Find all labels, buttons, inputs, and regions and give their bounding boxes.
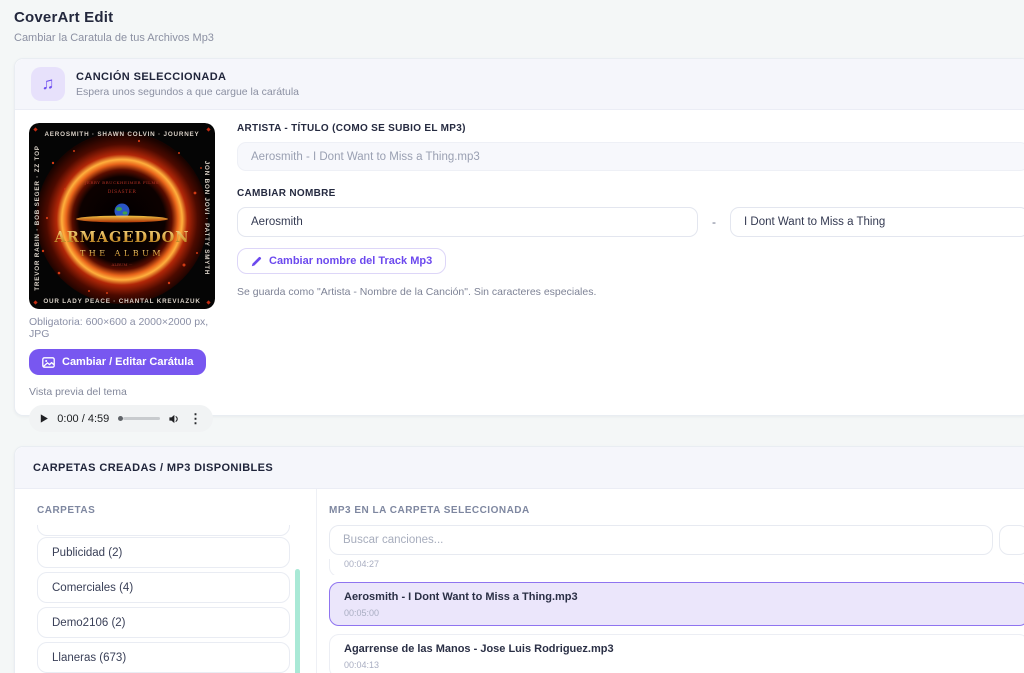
player-menu-icon[interactable]: ⋮: [189, 412, 202, 425]
original-name-field: Aerosmith - I Dont Want to Miss a Thing.…: [237, 142, 1024, 171]
folder-item-publicidad[interactable]: Publicidad (2): [37, 537, 290, 568]
play-icon[interactable]: [40, 413, 48, 424]
change-cover-button[interactable]: Cambiar / Editar Carátula: [29, 349, 207, 375]
folders-column: CARPETAS Publicidad (2) Comerciales (4) …: [15, 489, 317, 673]
original-name-value: Aerosmith - I Dont Want to Miss a Thing.…: [251, 150, 480, 163]
artwork-artists-bottom: OUR LADY PEACE · CHANTAL KREVIAZUK: [43, 298, 200, 305]
name-separator: -: [712, 215, 716, 229]
song-name: Agarrense de las Manos - Jose Luis Rodri…: [344, 643, 614, 655]
change-cover-label: Cambiar / Editar Carátula: [62, 356, 194, 368]
audio-player[interactable]: 0:00 / 4:59 ⋮: [29, 405, 213, 432]
folder-item-label: Publicidad (2): [52, 546, 123, 559]
song-item-aerosmith[interactable]: Aerosmith - I Dont Want to Miss a Thing.…: [329, 582, 1024, 626]
page: CoverArt Edit Cambiar la Caratula de tus…: [0, 0, 1024, 673]
selected-song-card: ♫ CANCIÓN SELECCIONADA Espera unos segun…: [14, 58, 1024, 432]
artwork-artists-top: AEROSMITH · SHAWN COLVIN · JOURNEY: [44, 131, 199, 138]
cover-size-requirement: Obligatoria: 600×600 a 2000×2000 px, JPG: [29, 316, 209, 340]
selected-song-subtitle: Espera unos segundos a que cargue la car…: [76, 85, 299, 98]
rename-row: -: [237, 207, 1024, 237]
artist-input[interactable]: [237, 207, 698, 237]
folder-item-label: Comerciales (4): [52, 581, 134, 594]
folders-scrollbar[interactable]: [295, 569, 300, 673]
search-adjacent-button[interactable]: [999, 525, 1024, 555]
artwork-column: JERRY BRUCKHEIMER FILMS DISASTER ARMAGED…: [29, 123, 215, 432]
selected-song-header-text: CANCIÓN SELECCIONADA Espera unos segundo…: [76, 71, 299, 98]
song-search-input[interactable]: [329, 525, 993, 555]
song-item-agarrense[interactable]: Agarrense de las Manos - Jose Luis Rodri…: [329, 634, 1024, 673]
svg-text:THE ALBUM: THE ALBUM: [80, 249, 164, 258]
page-title: CoverArt Edit: [14, 9, 114, 26]
song-duration: 00:04:13: [344, 660, 380, 670]
selected-song-title: CANCIÓN SELECCIONADA: [76, 70, 227, 83]
rename-label: CAMBIAR NOMBRE: [237, 188, 336, 199]
player-time: 0:00 / 4:59: [57, 412, 110, 425]
svg-text:ARMAGEDDON: ARMAGEDDON: [53, 229, 189, 246]
preview-label: Vista previa del tema: [29, 386, 127, 398]
page-header: CoverArt Edit Cambiar la Caratula de tus…: [0, 0, 1024, 44]
rename-helper-text: Se guarda como "Artista - Nombre de la C…: [237, 286, 597, 298]
songs-column: MP3 EN LA CARPETA SELECCIONADA 00:04:27 …: [317, 489, 1024, 673]
song-name: Aerosmith - I Dont Want to Miss a Thing.…: [344, 591, 578, 603]
title-input[interactable]: [730, 207, 1024, 237]
folder-item-label: Llaneras (673): [52, 651, 127, 664]
rename-track-button[interactable]: Cambiar nombre del Track Mp3: [237, 248, 447, 274]
svg-text:DISASTER: DISASTER: [108, 189, 137, 195]
folder-item-partial[interactable]: [37, 525, 290, 537]
album-cover-art: JERRY BRUCKHEIMER FILMS DISASTER ARMAGED…: [29, 123, 215, 309]
original-name-label: ARTISTA - TÍTULO (COMO SE SUBIO EL MP3): [237, 123, 466, 134]
pencil-icon: [251, 256, 262, 266]
volume-icon[interactable]: [169, 413, 180, 425]
folders-label: CARPETAS: [37, 505, 96, 516]
page-subtitle: Cambiar la Caratula de tus Archivos Mp3: [14, 32, 214, 44]
folder-item-label: Demo2106 (2): [52, 616, 126, 629]
songs-label: MP3 EN LA CARPETA SELECCIONADA: [329, 505, 530, 516]
player-seek-slider[interactable]: [118, 416, 161, 421]
song-duration: 00:05:00: [344, 608, 380, 618]
folders-card-title: CARPETAS CREADAS / MP3 DISPONIBLES: [33, 461, 274, 474]
song-list: 00:04:27 Aerosmith - I Dont Want to Miss…: [329, 559, 1024, 673]
folder-list: Publicidad (2) Comerciales (4) Demo2106 …: [37, 525, 290, 673]
folder-item-demo2106[interactable]: Demo2106 (2): [37, 607, 290, 638]
folder-item-comerciales[interactable]: Comerciales (4): [37, 572, 290, 603]
rename-form: ARTISTA - TÍTULO (COMO SE SUBIO EL MP3) …: [215, 123, 1024, 432]
rename-track-label: Cambiar nombre del Track Mp3: [269, 255, 433, 267]
selected-song-header: ♫ CANCIÓN SELECCIONADA Espera unos segun…: [15, 59, 1024, 110]
song-duration: 00:04:27: [344, 559, 380, 569]
folder-item-llaneras[interactable]: Llaneras (673): [37, 642, 290, 673]
image-icon: [42, 356, 55, 368]
artwork-artists-left: TREVOR RABIN · BOB SEGER · ZZ TOP: [34, 145, 41, 291]
svg-text:JERRY BRUCKHEIMER FILMS: JERRY BRUCKHEIMER FILMS: [84, 180, 159, 185]
folders-card-header: CARPETAS CREADAS / MP3 DISPONIBLES: [15, 447, 1024, 489]
svg-text:ALBUM ···: ALBUM ···: [110, 262, 132, 267]
song-search-row: [329, 525, 1024, 555]
music-note-icon: ♫: [31, 67, 65, 101]
artwork-artists-right: JON BON JOVI · PATTY SMYTH: [203, 161, 210, 276]
song-item-partial[interactable]: 00:04:27: [329, 559, 1024, 575]
folders-card: CARPETAS CREADAS / MP3 DISPONIBLES CARPE…: [14, 446, 1024, 673]
